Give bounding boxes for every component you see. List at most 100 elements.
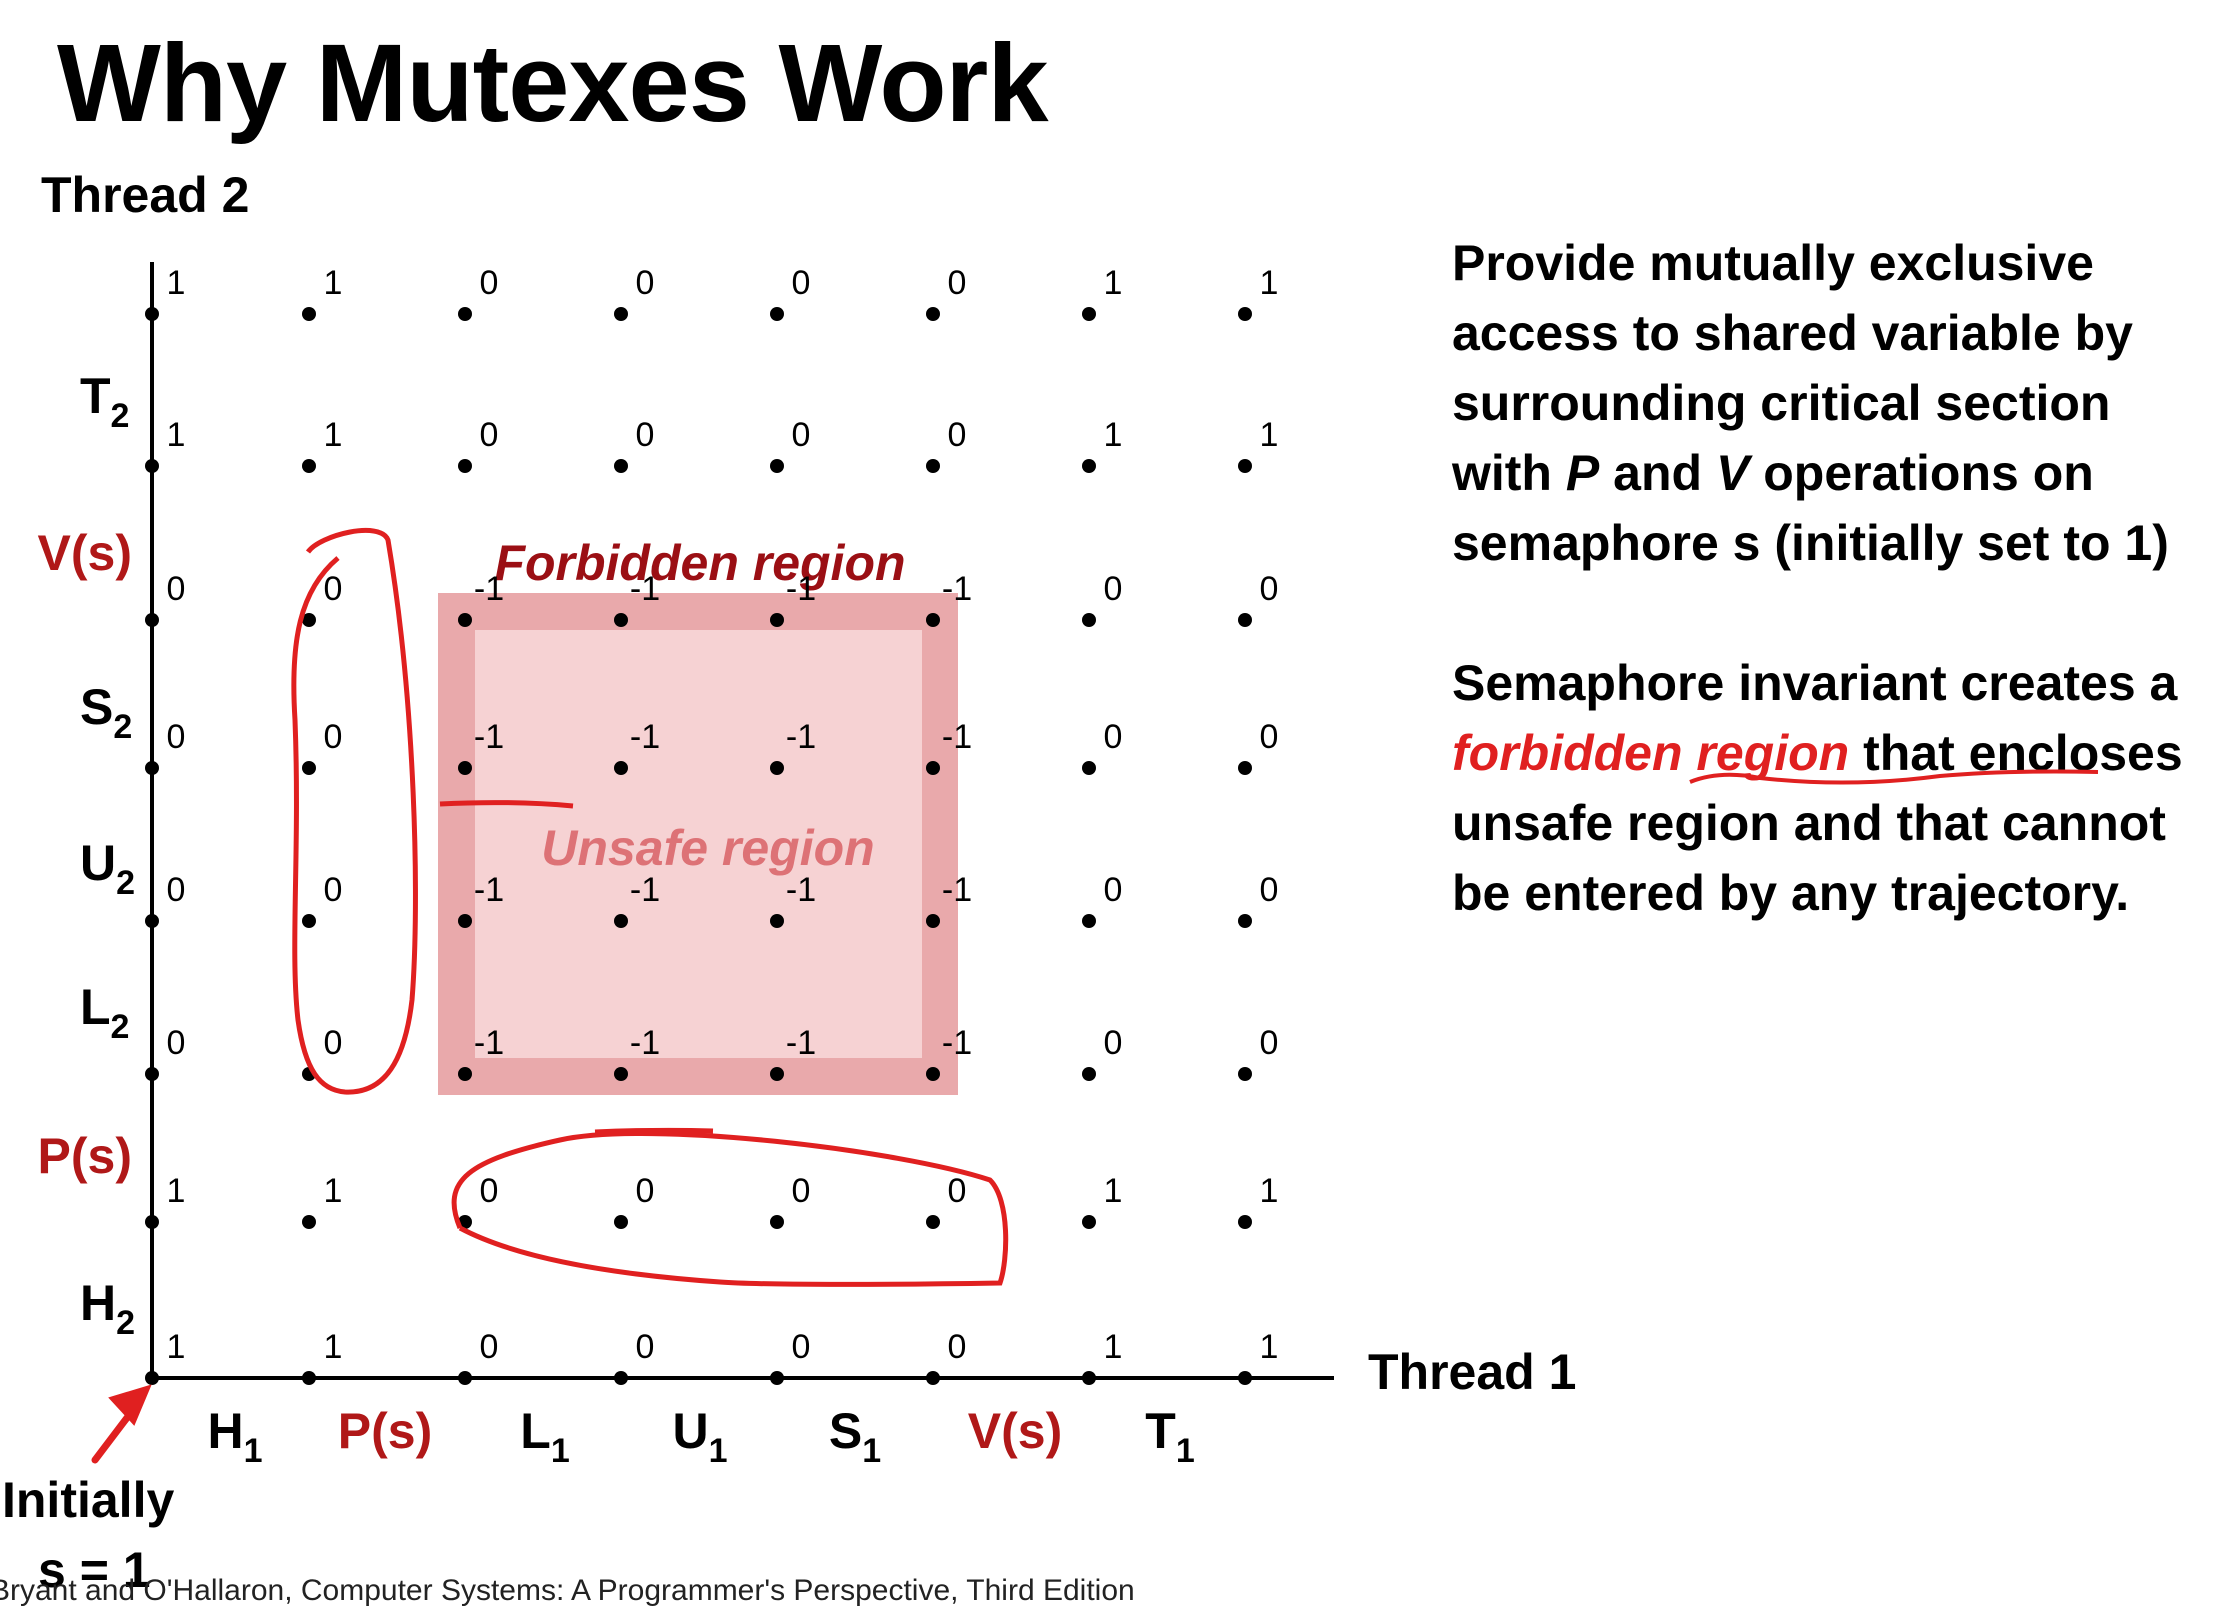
semaphore-value: -1 — [474, 1024, 504, 1062]
grid-point — [614, 1371, 628, 1385]
semaphore-value: 1 — [167, 416, 186, 454]
grid-point — [1238, 1371, 1252, 1385]
explanation-paragraph-2: Semaphore invariant creates a forbidden … — [1452, 648, 2212, 928]
grid-point — [145, 1215, 159, 1229]
initial-state-arrowhead — [108, 1384, 152, 1426]
p1-and: and — [1613, 445, 1703, 501]
semaphore-value: 1 — [167, 264, 186, 302]
progress-graph: Forbidden region Unsafe region 1 1 0 0 0 0 1 1 1 1… — [38, 262, 1334, 1470]
semaphore-value: 0 — [636, 416, 655, 454]
semaphore-value: 0 — [480, 264, 499, 302]
semaphore-value: -1 — [786, 1024, 816, 1062]
semaphore-value: 1 — [1104, 1328, 1123, 1366]
semaphore-value: 0 — [1104, 570, 1123, 608]
semaphore-value: -1 — [630, 871, 660, 909]
semaphore-value: 1 — [167, 1328, 186, 1366]
semaphore-value: 1 — [324, 264, 343, 302]
semaphore-value: -1 — [942, 871, 972, 909]
grid-point — [1082, 1371, 1096, 1385]
grid-point — [145, 459, 159, 473]
grid-point — [1082, 1067, 1096, 1081]
grid-point — [926, 459, 940, 473]
grid-point — [1238, 307, 1252, 321]
grid-point — [458, 1371, 472, 1385]
grid-point — [458, 914, 472, 928]
grid-point — [770, 1215, 784, 1229]
semaphore-value: 1 — [324, 1172, 343, 1210]
semaphore-value: -1 — [630, 570, 660, 608]
semaphore-value: 0 — [167, 1024, 186, 1062]
footer-citation: Bryant and O'Hallaron, Computer Systems:… — [0, 1574, 1135, 1607]
initially-label: Initially — [2, 1472, 175, 1528]
semaphore-value: 0 — [792, 1172, 811, 1210]
grid-point — [614, 1215, 628, 1229]
grid-point — [1238, 914, 1252, 928]
semaphore-value: -1 — [942, 570, 972, 608]
semaphore-value: 1 — [324, 1328, 343, 1366]
p1-v-operation: V — [1715, 445, 1750, 501]
semaphore-value: 1 — [1260, 416, 1279, 454]
grid-point — [302, 1371, 316, 1385]
p2-forbidden-region-highlight: forbidden region — [1452, 725, 1850, 781]
semaphore-value: -1 — [786, 718, 816, 756]
grid-point — [145, 1067, 159, 1081]
grid-point — [770, 1067, 784, 1081]
grid-point — [458, 307, 472, 321]
semaphore-value: -1 — [474, 570, 504, 608]
semaphore-value: 0 — [948, 416, 967, 454]
y-axis-tick-label: L2 — [80, 979, 129, 1046]
semaphore-value: 1 — [1104, 416, 1123, 454]
p1-p-operation: P — [1565, 445, 1600, 501]
semaphore-value: -1 — [630, 1024, 660, 1062]
semaphore-value: 0 — [636, 1328, 655, 1366]
semaphore-value: 0 — [792, 1328, 811, 1366]
semaphore-value: 0 — [480, 1172, 499, 1210]
grid-point — [1082, 459, 1096, 473]
grid-point — [770, 1371, 784, 1385]
semaphore-value: 1 — [1260, 1328, 1279, 1366]
grid-point — [458, 613, 472, 627]
grid-point — [614, 459, 628, 473]
semaphore-value: 0 — [480, 416, 499, 454]
semaphore-value: 0 — [636, 264, 655, 302]
grid-point — [145, 914, 159, 928]
x-axis-tick-label: T1 — [1145, 1403, 1194, 1470]
grid-point — [1238, 459, 1252, 473]
grid-point — [926, 761, 940, 775]
y-axis-tick-label: U2 — [80, 835, 135, 902]
semaphore-value: -1 — [942, 1024, 972, 1062]
grid-point — [145, 307, 159, 321]
horizontal-trajectory-loop — [451, 1131, 1009, 1287]
semaphore-value: 0 — [167, 871, 186, 909]
grid-point — [926, 914, 940, 928]
grid-point — [614, 1067, 628, 1081]
semaphore-value: 0 — [167, 718, 186, 756]
grid-point — [1082, 914, 1096, 928]
x-axis-tick-label: V(s) — [968, 1403, 1062, 1459]
semaphore-value: 0 — [1260, 871, 1279, 909]
forbidden-region-label: Forbidden region — [494, 535, 905, 591]
semaphore-value: 0 — [1260, 1024, 1279, 1062]
y-axis-tick-label: S2 — [80, 679, 132, 746]
grid-point — [614, 761, 628, 775]
grid-point — [926, 1371, 940, 1385]
semaphore-value: 0 — [324, 718, 343, 756]
grid-point — [1238, 761, 1252, 775]
semaphore-value: -1 — [786, 871, 816, 909]
grid-point — [145, 1371, 159, 1385]
semaphore-value: 1 — [324, 416, 343, 454]
semaphore-value: 0 — [792, 416, 811, 454]
semaphore-value: -1 — [786, 570, 816, 608]
grid-point — [302, 914, 316, 928]
semaphore-value: 0 — [480, 1328, 499, 1366]
grid-point — [1238, 1067, 1252, 1081]
semaphore-value: 1 — [1104, 1172, 1123, 1210]
explanation-paragraph-1: Provide mutually exclusive access to sha… — [1452, 228, 2212, 578]
y-axis-tick-label: P(s) — [38, 1128, 132, 1184]
grid-point — [926, 613, 940, 627]
semaphore-value: 0 — [324, 1024, 343, 1062]
semaphore-value: 0 — [1104, 1024, 1123, 1062]
grid-point — [926, 1067, 940, 1081]
semaphore-value: 0 — [167, 570, 186, 608]
semaphore-value: 0 — [1104, 871, 1123, 909]
